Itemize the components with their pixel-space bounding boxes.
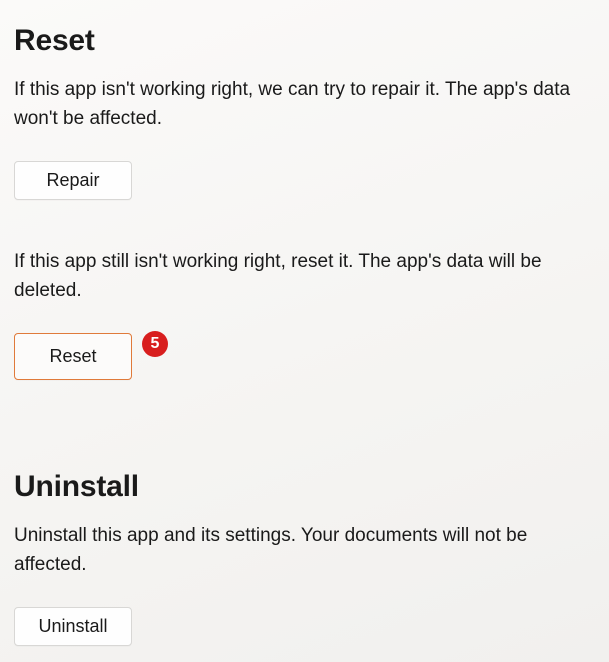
reset-button-wrap: Reset 5 (14, 333, 132, 380)
uninstall-button-wrap: Uninstall (14, 607, 609, 646)
reset-button[interactable]: Reset (14, 333, 132, 380)
uninstall-heading: Uninstall (14, 470, 609, 504)
repair-description: If this app isn't working right, we can … (14, 76, 594, 133)
uninstall-button[interactable]: Uninstall (14, 607, 132, 646)
repair-button[interactable]: Repair (14, 161, 132, 200)
reset-description: If this app still isn't working right, r… (14, 248, 594, 305)
step-badge: 5 (142, 331, 168, 357)
uninstall-description: Uninstall this app and its settings. You… (14, 522, 594, 579)
reset-section: Reset If this app isn't working right, w… (14, 24, 609, 470)
reset-heading: Reset (14, 24, 609, 58)
repair-button-wrap: Repair (14, 161, 609, 200)
uninstall-section: Uninstall Uninstall this app and its set… (14, 470, 609, 646)
